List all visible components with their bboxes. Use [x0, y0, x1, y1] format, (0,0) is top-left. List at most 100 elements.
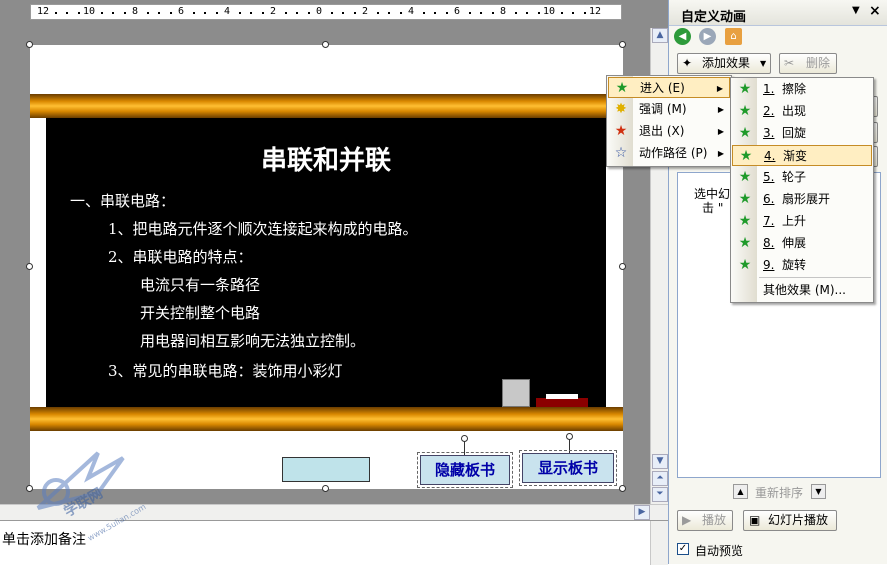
ruler-dot: [77, 12, 80, 14]
menu-item-entrance-effect[interactable]: ★ 7. 上升: [732, 211, 872, 232]
menu-item-entrance-effect[interactable]: ★ 8. 伸展: [732, 233, 872, 254]
add-effect-label: 添加效果: [702, 56, 751, 70]
menu-item-entrance-effect[interactable]: ★ 6. 扇形展开: [732, 189, 872, 210]
menu-item-entrance[interactable]: ★ 进入 (E) ▶: [608, 77, 730, 98]
eraser-image: [502, 379, 530, 407]
ruler-dot: [204, 12, 206, 14]
top-wood-bar: [30, 94, 623, 118]
delete-icon: ✂: [784, 56, 795, 70]
notes-scrollbar[interactable]: [650, 521, 668, 565]
menu-item-more-effects[interactable]: 其他效果 (M)...: [732, 280, 872, 301]
green-star-icon: ★: [738, 191, 752, 207]
effect-label: 出现: [782, 104, 807, 118]
slide-canvas[interactable]: 串联和并联 一、串联电路： 1、把电路元件逐个顺次连接起来构成的电路。 2、串联…: [30, 45, 623, 489]
slideshow-icon: ▣: [749, 513, 761, 527]
resize-handle[interactable]: [322, 41, 329, 48]
show-board-button[interactable]: 显示板书: [519, 450, 617, 486]
menu-item-entrance-effect[interactable]: ★ 9. 旋转: [732, 255, 872, 276]
resize-handle[interactable]: [322, 485, 329, 492]
chevron-down-icon: ▼: [760, 59, 767, 68]
move-down-icon[interactable]: ▼: [811, 484, 826, 499]
menu-item-entrance-effect[interactable]: ★ 2. 出现: [732, 101, 872, 122]
scroll-down-icon[interactable]: ▼: [652, 454, 668, 469]
ruler-dot: [100, 12, 103, 14]
menu-item-exit[interactable]: ★ 退出 (X) ▶: [608, 121, 730, 142]
resize-handle[interactable]: [619, 263, 626, 270]
pane-menu-icon[interactable]: ▼: [852, 5, 860, 16]
add-effect-button[interactable]: ✦ 添加效果 ▼: [677, 53, 771, 74]
slide-line: 3、常见的串联电路：装饰用小彩灯: [108, 362, 343, 380]
ruler-dot: [112, 12, 114, 14]
slide-line: 2、串联电路的特点：: [108, 248, 253, 266]
ruler-dot: [123, 12, 126, 14]
slide-line: 1、把电路元件逐个顺次连接起来构成的电路。: [108, 220, 418, 238]
menu-item-entrance-effect[interactable]: ★ 1. 擦除: [732, 79, 872, 100]
scroll-up-icon[interactable]: ▲: [652, 28, 668, 43]
play-button[interactable]: ▶ 播放: [677, 510, 733, 531]
ruler-dot: [526, 12, 528, 14]
green-star-icon: ★: [738, 213, 752, 229]
rotation-handle[interactable]: [461, 435, 468, 442]
autopreview-checkbox[interactable]: ✓: [677, 543, 689, 555]
prev-slide-icon[interactable]: ⏶: [652, 471, 668, 486]
green-star-icon: ★: [739, 148, 753, 164]
ruler-dot: [296, 12, 298, 14]
effect-number: 7.: [763, 214, 775, 228]
slide-line: 开关控制整个电路: [140, 304, 261, 322]
green-star-icon: ★: [738, 235, 752, 251]
forward-icon[interactable]: ▶: [699, 28, 716, 45]
ruler-dot: [468, 12, 471, 14]
resize-handle[interactable]: [26, 263, 33, 270]
ruler-dot: [399, 12, 402, 14]
red-star-icon: ★: [614, 123, 628, 139]
menu-item-entrance-effect[interactable]: ★ 3. 回旋: [732, 123, 872, 144]
effect-number: 4.: [764, 149, 776, 163]
ruler-tick: 10: [542, 6, 556, 17]
effect-number: 1.: [763, 82, 775, 96]
menu-item-entrance-effect[interactable]: ★ 5. 轮子: [732, 167, 872, 188]
back-icon[interactable]: ◀: [674, 28, 691, 45]
slideshow-button[interactable]: ▣ 幻灯片播放: [743, 510, 837, 531]
menu-item-emphasis[interactable]: ✸ 强调 (M) ▶: [608, 99, 730, 120]
resize-handle[interactable]: [26, 41, 33, 48]
green-star-icon: ★: [615, 80, 629, 96]
ruler-tick: 0: [315, 6, 323, 17]
effect-number: 8.: [763, 236, 775, 250]
play-icon: ▶: [682, 513, 692, 527]
ruler-dot: [491, 12, 494, 14]
resize-handle[interactable]: [619, 485, 626, 492]
submenu-arrow-icon: ▶: [717, 149, 724, 158]
menu-separator: [759, 277, 871, 278]
slide-editor: 12 10 8 6 4 2 0 2 4 6 8 10 12 串联和并联 一、串联电路： 1、把电路元件逐…: [0, 0, 668, 565]
ruler-tick: 8: [499, 6, 507, 17]
hide-board-button[interactable]: 隐藏板书: [417, 452, 513, 488]
ruler-dot: [376, 12, 379, 14]
next-slide-icon[interactable]: ⏷: [652, 487, 668, 502]
ruler-dot: [434, 12, 436, 14]
delete-button[interactable]: ✂ 删除: [779, 53, 837, 74]
rotation-handle[interactable]: [566, 433, 573, 440]
delete-label: 删除: [806, 56, 831, 70]
ruler-dot: [583, 12, 586, 14]
submenu-arrow-icon: ▶: [717, 127, 724, 136]
ruler-dot: [238, 12, 241, 14]
scroll-right-icon[interactable]: ▶: [634, 505, 650, 520]
ruler-dot: [572, 12, 574, 14]
entrance-submenu: ★ 1. 擦除 ★ 2. 出现 ★ 3. 回旋 ★ 4. 渐变 ★ 5. 轮子 ★ 6. 扇形展开 ★ 7. 上升 ★ 8.…: [730, 77, 874, 303]
blank-shape[interactable]: [282, 457, 370, 482]
effect-number: 3.: [763, 126, 775, 140]
blackboard: 串联和并联 一、串联电路： 1、把电路元件逐个顺次连接起来构成的电路。 2、串联…: [46, 118, 606, 408]
close-icon[interactable]: ×: [869, 3, 881, 19]
menu-item-entrance-effect[interactable]: ★ 4. 渐变: [732, 145, 872, 166]
home-icon[interactable]: ⌂: [725, 28, 742, 45]
ruler-dot: [66, 12, 68, 14]
submenu-arrow-icon: ▶: [717, 105, 724, 114]
play-label: 播放: [702, 513, 727, 527]
ruler-dot: [261, 12, 264, 14]
ruler-dot: [537, 12, 540, 14]
menu-item-motion-path[interactable]: ☆ 动作路径 (P) ▶: [608, 143, 730, 164]
resize-handle[interactable]: [619, 41, 626, 48]
effect-label: 回旋: [782, 126, 807, 140]
slide-line: 电流只有一条路径: [140, 276, 261, 294]
move-up-icon[interactable]: ▲: [733, 484, 748, 499]
